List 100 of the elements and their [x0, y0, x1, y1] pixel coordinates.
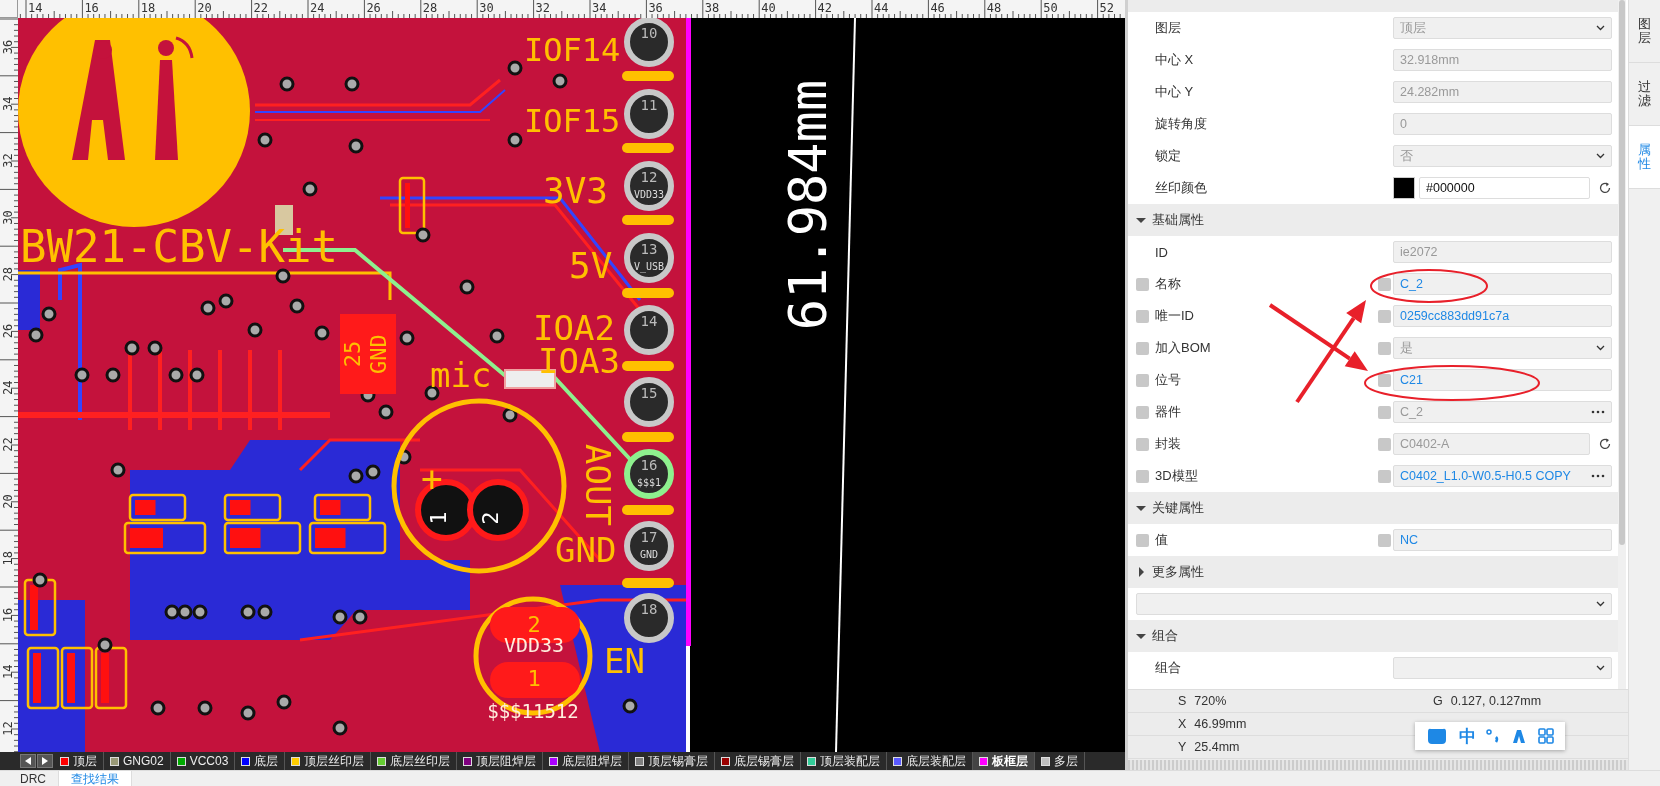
via [124, 340, 140, 356]
checkbox[interactable] [1378, 469, 1391, 483]
via [32, 572, 48, 588]
via [257, 604, 273, 620]
ruler-label: 42 [817, 1, 833, 15]
scroll-left-button[interactable] [20, 754, 36, 768]
checkbox[interactable] [1136, 373, 1149, 387]
via [97, 637, 113, 653]
via [164, 604, 180, 620]
field-label: 中心 Y [1155, 83, 1195, 101]
via [41, 306, 57, 322]
dropdown-field[interactable] [1393, 657, 1612, 679]
via [189, 367, 205, 383]
checkbox[interactable] [1378, 373, 1391, 387]
via [399, 330, 415, 346]
pin-number: 10 [640, 25, 658, 41]
checkbox[interactable] [1378, 309, 1391, 323]
ruler-label: 34 [592, 1, 607, 15]
right-arrow-icon [42, 757, 48, 765]
checkbox[interactable] [1136, 533, 1149, 547]
component-footprint [26, 646, 60, 710]
ruler-label: 38 [704, 1, 720, 15]
component-footprint [23, 578, 57, 637]
ruler-label: 32 [1, 153, 15, 168]
via [348, 138, 364, 154]
grid-icon[interactable] [1537, 728, 1554, 744]
ruler-label: 22 [253, 1, 269, 15]
via [424, 385, 440, 401]
component-footprint [94, 646, 128, 710]
text-field[interactable]: #000000 [1419, 177, 1590, 199]
status-value: 720% [1194, 694, 1227, 709]
field-label: 旋转角度 [1155, 115, 1208, 133]
pin-number: 11 [640, 97, 658, 113]
via [105, 367, 121, 383]
ruler-label: 48 [986, 1, 1002, 15]
layer-tab[interactable]: 板框层 [973, 752, 1036, 770]
ruler-label: 18 [140, 1, 156, 15]
section-header[interactable]: 关键属性 [1128, 492, 1618, 524]
via [415, 227, 431, 243]
pin-number: 16 [640, 457, 658, 473]
checkbox[interactable] [1136, 309, 1149, 323]
pin-number: 15 [640, 385, 658, 401]
status-key: G [1433, 694, 1443, 709]
ruler-label: 26 [1, 323, 15, 339]
silkscreen-bar [622, 361, 674, 371]
field-label: 锁定 [1155, 147, 1182, 165]
via [352, 609, 368, 625]
section-header[interactable]: 基础属性 [1128, 204, 1618, 236]
field-label: 值 [1155, 531, 1169, 549]
via [344, 76, 360, 92]
field-label: 唯一ID [1155, 307, 1195, 325]
via [240, 604, 256, 620]
ruler-label: 14 [1, 664, 15, 680]
scroll-right-button[interactable] [37, 754, 53, 768]
silkscreen-bar [622, 143, 674, 153]
checkbox[interactable] [1378, 533, 1391, 547]
ruler-label: 20 [197, 1, 212, 15]
side-tab[interactable]: 图层 [1629, 0, 1660, 63]
input-mode-toggle[interactable]: 中 [1458, 724, 1476, 748]
pin-number: 13 [640, 241, 658, 257]
refresh-icon[interactable] [1598, 437, 1612, 451]
punctuation-icon[interactable] [1486, 728, 1501, 744]
via [257, 132, 273, 148]
ruler-label: 24 [1, 380, 15, 396]
silkscreen-bar [622, 215, 674, 225]
via [378, 404, 394, 420]
via [365, 464, 381, 480]
scrollbar-thumb[interactable] [1619, 0, 1625, 545]
via [289, 298, 305, 314]
status-key: S [1178, 694, 1187, 709]
checkbox[interactable] [1378, 277, 1391, 291]
panel-tab[interactable]: DRC [8, 771, 58, 786]
ruler-label: 28 [422, 1, 438, 15]
panel-splitter[interactable] [1128, 760, 1628, 770]
ruler-label: 24 [310, 1, 325, 15]
via [275, 268, 291, 284]
ruler-label: 14 [28, 1, 43, 15]
via [459, 279, 475, 295]
component-footprint [60, 646, 94, 710]
silkscreen-label: GND [555, 530, 617, 570]
side-tab[interactable]: 属性 [1629, 126, 1660, 189]
dropdown-field[interactable] [1136, 593, 1612, 615]
section-header[interactable]: 更多属性 [1128, 556, 1618, 588]
silkscreen-label: IOF14 [524, 31, 621, 69]
checkbox[interactable] [1136, 469, 1149, 483]
checkbox[interactable] [1136, 277, 1149, 291]
color-swatch[interactable] [1393, 177, 1415, 199]
pin-number: 17 [640, 529, 658, 545]
via [240, 705, 256, 721]
via [177, 604, 193, 620]
panel-tab[interactable]: 查找结果 [58, 771, 132, 786]
pin-net-label: V_USB [633, 261, 665, 272]
via [276, 694, 292, 710]
section-header[interactable]: 组合 [1128, 620, 1618, 652]
ruler-label: 28 [1, 266, 15, 282]
field-label: 位号 [1155, 371, 1182, 389]
ruler-label: 16 [84, 1, 99, 15]
pin-net-label: $$$1 [636, 477, 662, 488]
via [168, 367, 184, 383]
refresh-icon[interactable] [1598, 181, 1612, 195]
